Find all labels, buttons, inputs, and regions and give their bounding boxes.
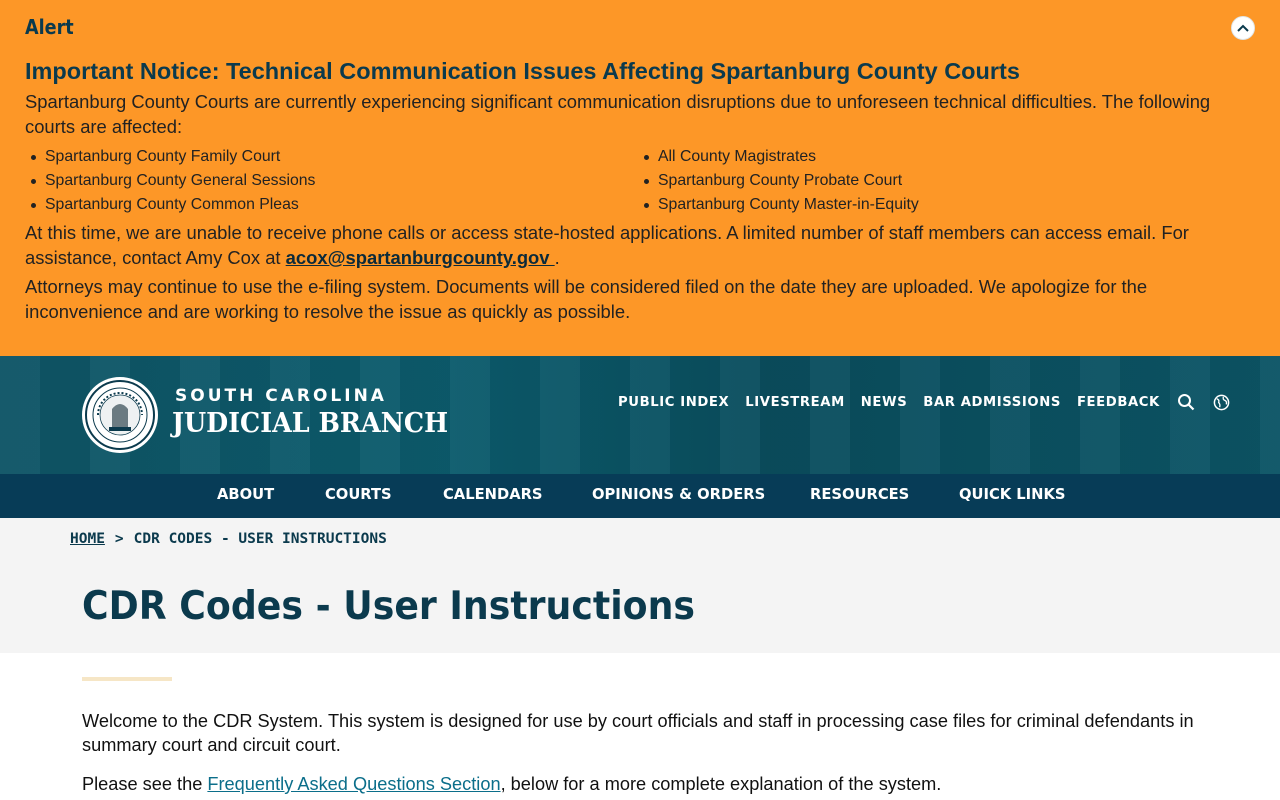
page-header-band: HOME > CDR CODES - USER INSTRUCTIONS CDR… bbox=[0, 518, 1280, 653]
affected-courts-list-right: All County Magistrates Spartanburg Count… bbox=[638, 145, 919, 217]
list-item: Spartanburg County Common Pleas bbox=[25, 193, 315, 217]
breadcrumb-current: CDR CODES - USER INSTRUCTIONS bbox=[133, 531, 387, 547]
alert-efiling-paragraph: Attorneys may continue to use the e-fili… bbox=[25, 276, 1148, 322]
list-item: Spartanburg County Master-in-Equity bbox=[638, 193, 919, 217]
list-item: Spartanburg County General Sessions bbox=[25, 169, 315, 193]
seal-icon bbox=[85, 380, 155, 450]
main-nav: ABOUT COURTS CALENDARS OPINIONS & ORDERS… bbox=[0, 474, 1280, 518]
chevron-up-icon bbox=[1237, 24, 1249, 32]
alert-contact-text: At this time, we are unable to receive p… bbox=[25, 222, 1189, 268]
alert-heading: Important Notice: Technical Communicatio… bbox=[25, 58, 1020, 84]
search-icon[interactable] bbox=[1176, 392, 1196, 412]
supreme-court-seal-logo[interactable] bbox=[82, 377, 158, 453]
alert-intro: Spartanburg County Courts are currently … bbox=[25, 91, 1211, 137]
nav-news[interactable]: NEWS bbox=[861, 395, 908, 410]
nav-about[interactable]: ABOUT bbox=[217, 485, 274, 503]
faq-paragraph: Please see the Frequently Asked Question… bbox=[82, 772, 1212, 796]
nav-calendars[interactable]: CALENDARS bbox=[443, 485, 543, 503]
breadcrumb: HOME > CDR CODES - USER INSTRUCTIONS bbox=[70, 531, 387, 547]
alert-collapse-button[interactable] bbox=[1231, 16, 1255, 40]
faq-link[interactable]: Frequently Asked Questions Section bbox=[207, 774, 500, 794]
breadcrumb-separator: > bbox=[114, 531, 124, 547]
nav-quick-links[interactable]: QUICK LINKS bbox=[959, 485, 1066, 503]
nav-resources[interactable]: RESOURCES bbox=[810, 485, 909, 503]
nav-opinions-orders[interactable]: OPINIONS & ORDERS bbox=[592, 485, 765, 503]
breadcrumb-home-link[interactable]: HOME bbox=[70, 531, 105, 547]
affected-courts-list-left: Spartanburg County Family Court Spartanb… bbox=[25, 145, 315, 217]
title-accent-divider bbox=[82, 677, 172, 681]
nav-livestream[interactable]: LIVESTREAM bbox=[745, 395, 845, 410]
alert-contact-end: . bbox=[554, 247, 560, 268]
globe-icon[interactable] bbox=[1212, 392, 1232, 412]
nav-bar-admissions[interactable]: BAR ADMISSIONS bbox=[923, 395, 1061, 410]
site-header: SOUTH CAROLINA JUDICIAL BRANCH PUBLIC IN… bbox=[0, 356, 1280, 474]
list-item: Spartanburg County Family Court bbox=[25, 145, 315, 169]
list-item: All County Magistrates bbox=[638, 145, 919, 169]
utility-nav: PUBLIC INDEX LIVESTREAM NEWS BAR ADMISSI… bbox=[618, 392, 1232, 412]
alert-banner: Alert Important Notice: Technical Commun… bbox=[0, 0, 1280, 356]
brand-state: SOUTH CAROLINA bbox=[175, 386, 387, 406]
nav-public-index[interactable]: PUBLIC INDEX bbox=[618, 395, 729, 410]
list-item: Spartanburg County Probate Court bbox=[638, 169, 919, 193]
contact-email-link[interactable]: acox@spartanburgcounty.gov bbox=[286, 247, 555, 268]
faq-text-before: Please see the bbox=[82, 774, 208, 794]
intro-paragraph: Welcome to the CDR System. This system i… bbox=[82, 711, 1194, 755]
brand-name: JUDICIAL BRANCH bbox=[172, 408, 449, 439]
alert-contact-paragraph: At this time, we are unable to receive p… bbox=[25, 220, 1260, 270]
page-title: CDR Codes - User Instructions bbox=[82, 584, 695, 629]
nav-courts[interactable]: COURTS bbox=[325, 485, 392, 503]
nav-feedback[interactable]: FEEDBACK bbox=[1077, 395, 1160, 410]
alert-label: Alert bbox=[25, 15, 74, 39]
faq-text-after: , below for a more complete explanation … bbox=[500, 774, 942, 794]
